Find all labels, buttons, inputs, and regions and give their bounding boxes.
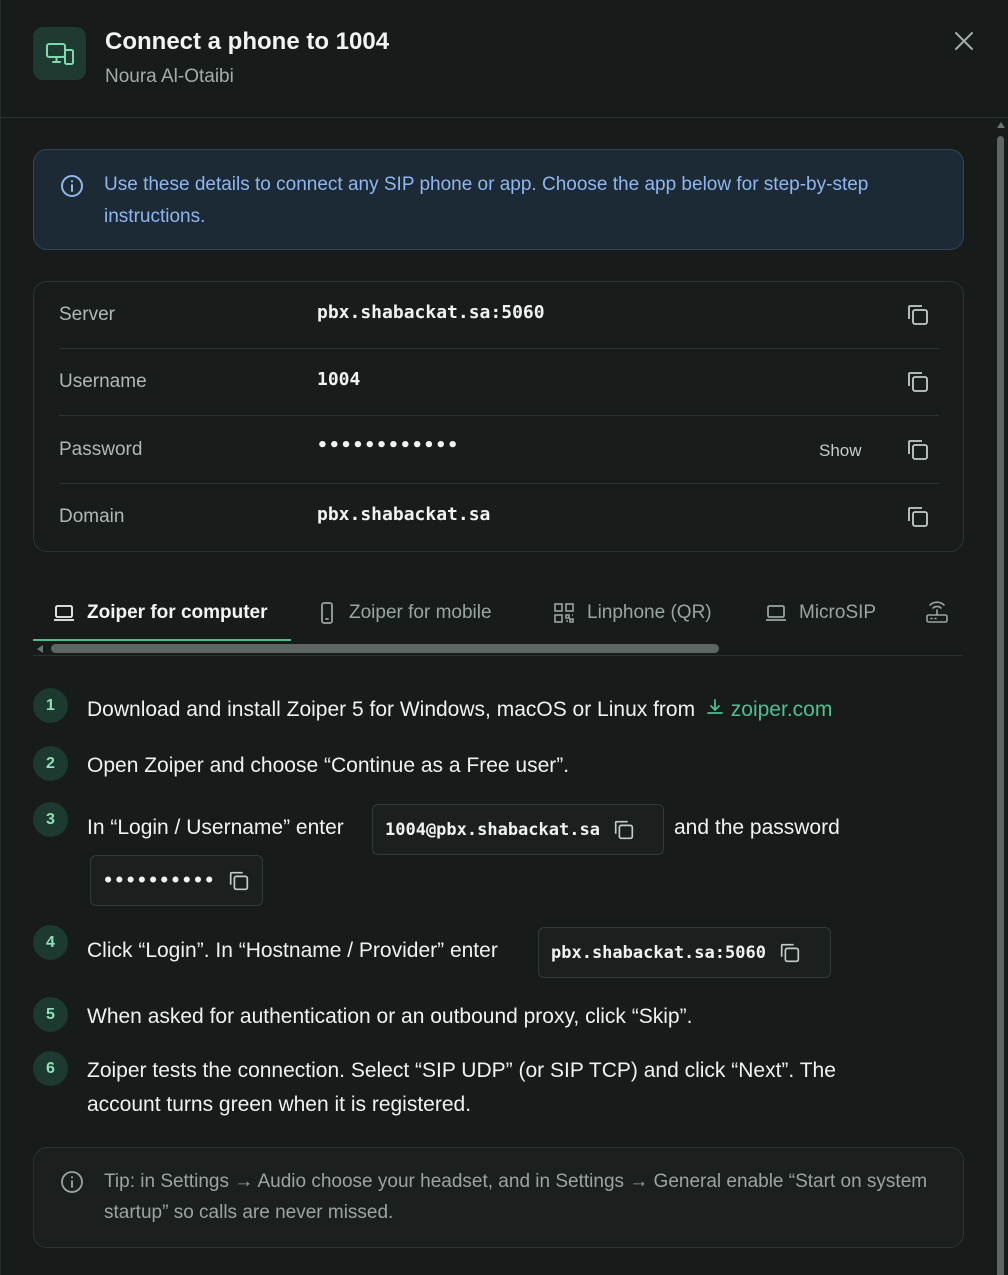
step-number: 2 [33, 746, 68, 781]
copy-icon[interactable] [778, 941, 802, 965]
step-text: In “Login / Username” enter [87, 816, 344, 839]
credential-label: Domain [59, 506, 125, 527]
tab-label: Linphone (QR) [587, 602, 712, 623]
tab-zoiper-mobile[interactable]: Zoiper for mobile [317, 585, 492, 641]
step-text: and the password [674, 816, 840, 839]
credential-row-password: Password •••••••••••• Show [59, 417, 939, 484]
credential-value: 1004 [317, 369, 361, 390]
tab-zoiper-computer[interactable]: Zoiper for computer [53, 585, 268, 641]
credential-label: Username [59, 371, 147, 392]
credential-value: pbx.shabackat.sa:5060 [317, 302, 545, 323]
credential-label: Password [59, 439, 143, 460]
tab-microsip[interactable]: MicroSIP [765, 585, 876, 641]
tip-text: Tip: in Settings → Audio choose your hea… [104, 1171, 928, 1223]
close-button[interactable] [949, 26, 979, 56]
close-icon [955, 32, 973, 50]
tab-label: Zoiper for mobile [349, 602, 492, 623]
step-number: 1 [33, 688, 68, 723]
info-icon [61, 175, 83, 197]
step-1-text: Download and install Zoiper 5 for Window… [87, 693, 832, 727]
tab-linphone-qr[interactable]: Linphone (QR) [553, 585, 712, 641]
copy-icon[interactable] [905, 504, 931, 530]
active-tab-indicator [33, 639, 291, 641]
page-title: Connect a phone to 1004 [105, 28, 390, 55]
password-masked-value: •••••••••••• [317, 435, 460, 456]
hostname-chip: pbx.shabackat.sa:5060 [538, 927, 831, 978]
tab-label: MicroSIP [799, 602, 877, 623]
step-number: 4 [33, 925, 68, 960]
copy-icon[interactable] [905, 302, 931, 328]
copy-icon[interactable] [905, 437, 931, 463]
copy-icon[interactable] [227, 869, 251, 893]
panel-header: Connect a phone to 1004 Noura Al-Otaibi [1, 0, 1008, 118]
app-tabs: Zoiper for computer Zoiper for mobile Li… [33, 585, 953, 641]
laptop-icon [766, 605, 786, 621]
credential-value: pbx.shabackat.sa [317, 504, 491, 525]
chip-value: •••••••••• [103, 870, 216, 891]
scroll-left-arrow-icon[interactable] [37, 645, 43, 653]
scrollbar-thumb[interactable] [997, 136, 1004, 1275]
step-text: Open Zoiper and choose “Continue as a Fr… [87, 754, 570, 777]
step-text: Click “Login”. In “Hostname / Provider” … [87, 939, 498, 962]
credential-row-username: Username 1004 [59, 349, 939, 416]
step-text: account turns green when it is registere… [87, 1093, 472, 1116]
link-label: zoiper.com [730, 698, 833, 721]
step-text: When asked for authentication or an outb… [87, 1005, 693, 1028]
zoiper-download-link[interactable]: zoiper.com [701, 698, 832, 721]
step-number: 5 [33, 997, 68, 1032]
login-username-chip: 1004@pbx.shabackat.sa [372, 804, 664, 855]
password-chip: •••••••••• [90, 855, 263, 906]
step-text: Download and install Zoiper 5 for Window… [87, 698, 696, 721]
step-text: Zoiper tests the connection. Select “SIP… [87, 1059, 836, 1082]
step-number: 6 [33, 1051, 68, 1086]
credentials-card: Server pbx.shabackat.sa:5060 Username 10… [33, 281, 964, 552]
download-icon [707, 699, 723, 714]
credential-row-domain: Domain pbx.shabackat.sa [59, 484, 939, 551]
qr-code-icon [554, 603, 574, 623]
router-icon [926, 601, 948, 623]
step-number: 3 [33, 802, 68, 837]
laptop-icon [54, 605, 74, 621]
scrollbar-thumb[interactable] [51, 644, 719, 653]
tip-box: Tip: in Settings → Audio choose your hea… [33, 1147, 964, 1248]
credential-label: Server [59, 304, 115, 325]
tab-label: Zoiper for computer [87, 602, 268, 623]
vertical-scrollbar[interactable] [995, 120, 1007, 1275]
tab-router[interactable] [925, 585, 953, 641]
device-phone-icon [33, 27, 86, 80]
copy-icon[interactable] [612, 818, 636, 842]
info-text: Use these details to connect any SIP pho… [104, 174, 869, 227]
scroll-up-arrow-icon[interactable] [997, 122, 1005, 128]
copy-icon[interactable] [905, 369, 931, 395]
credential-row-server: Server pbx.shabackat.sa:5060 [59, 282, 939, 349]
mobile-icon [321, 602, 333, 624]
info-icon [61, 1171, 83, 1193]
tabs-horizontal-scrollbar[interactable] [33, 643, 963, 656]
tabs-divider [33, 655, 963, 656]
show-password-button[interactable]: Show [819, 441, 862, 461]
chip-value: 1004@pbx.shabackat.sa [385, 819, 600, 840]
connect-phone-panel: Connect a phone to 1004 Noura Al-Otaibi … [0, 0, 1008, 1275]
info-banner: Use these details to connect any SIP pho… [33, 149, 964, 250]
user-name: Noura Al-Otaibi [105, 66, 234, 87]
chip-value: pbx.shabackat.sa:5060 [551, 942, 766, 963]
